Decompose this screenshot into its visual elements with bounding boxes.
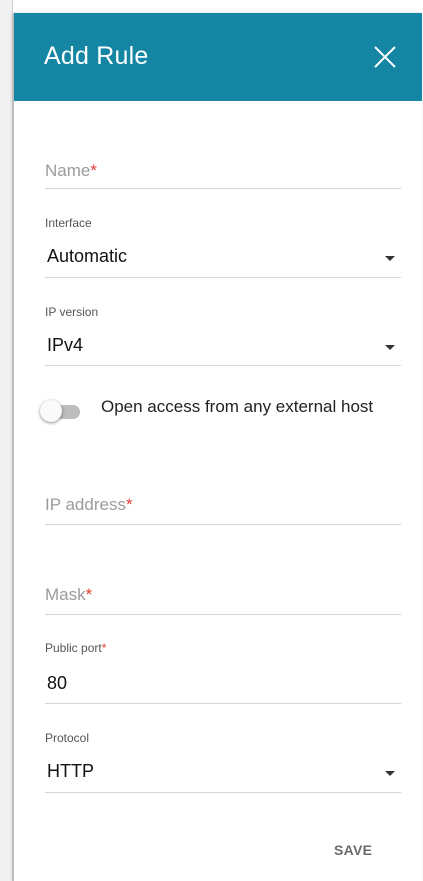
protocol-underline bbox=[45, 792, 401, 793]
protocol-select[interactable]: Protocol HTTP bbox=[45, 731, 401, 793]
name-field[interactable]: Name* bbox=[45, 151, 401, 189]
interface-underline bbox=[45, 277, 401, 278]
interface-value: Automatic bbox=[47, 246, 128, 266]
chevron-down-icon bbox=[385, 256, 395, 261]
name-placeholder: Name* bbox=[45, 161, 97, 180]
open-access-label: Open access from any external host bbox=[101, 397, 374, 416]
name-underline bbox=[45, 188, 401, 189]
public-port-value: 80 bbox=[47, 673, 68, 693]
add-rule-dialog: Add Rule Name* Interface Automatic IP ve… bbox=[13, 13, 422, 881]
ip-version-select[interactable]: IP version IPv4 bbox=[45, 305, 401, 366]
chevron-down-icon bbox=[385, 771, 395, 776]
ip-version-underline bbox=[45, 365, 401, 366]
interface-label: Interface bbox=[45, 216, 92, 230]
public-port-field[interactable]: Public port* 80 bbox=[45, 641, 401, 704]
ip-version-value: IPv4 bbox=[47, 335, 84, 355]
underlying-page-edge bbox=[0, 0, 13, 881]
open-access-toggle[interactable] bbox=[40, 400, 84, 424]
toggle-knob bbox=[40, 400, 62, 422]
public-port-underline bbox=[45, 703, 401, 704]
dialog-title: Add Rule bbox=[44, 42, 149, 70]
protocol-label: Protocol bbox=[45, 731, 90, 745]
chevron-down-icon bbox=[385, 345, 395, 350]
interface-select[interactable]: Interface Automatic bbox=[45, 216, 401, 278]
ip-version-label: IP version bbox=[45, 305, 99, 319]
save-button[interactable]: SAVE bbox=[334, 842, 372, 858]
ip-address-placeholder: IP address* bbox=[45, 495, 133, 514]
mask-field[interactable]: Mask* bbox=[45, 575, 401, 615]
ip-address-underline bbox=[45, 524, 401, 525]
protocol-value: HTTP bbox=[47, 761, 94, 781]
close-button[interactable] bbox=[372, 44, 398, 70]
ip-address-field[interactable]: IP address* bbox=[45, 485, 401, 525]
mask-underline bbox=[45, 614, 401, 615]
public-port-label: Public port* bbox=[45, 641, 107, 655]
mask-placeholder: Mask* bbox=[45, 585, 93, 604]
dialog-header: Add Rule bbox=[14, 13, 422, 101]
close-icon bbox=[374, 46, 396, 68]
